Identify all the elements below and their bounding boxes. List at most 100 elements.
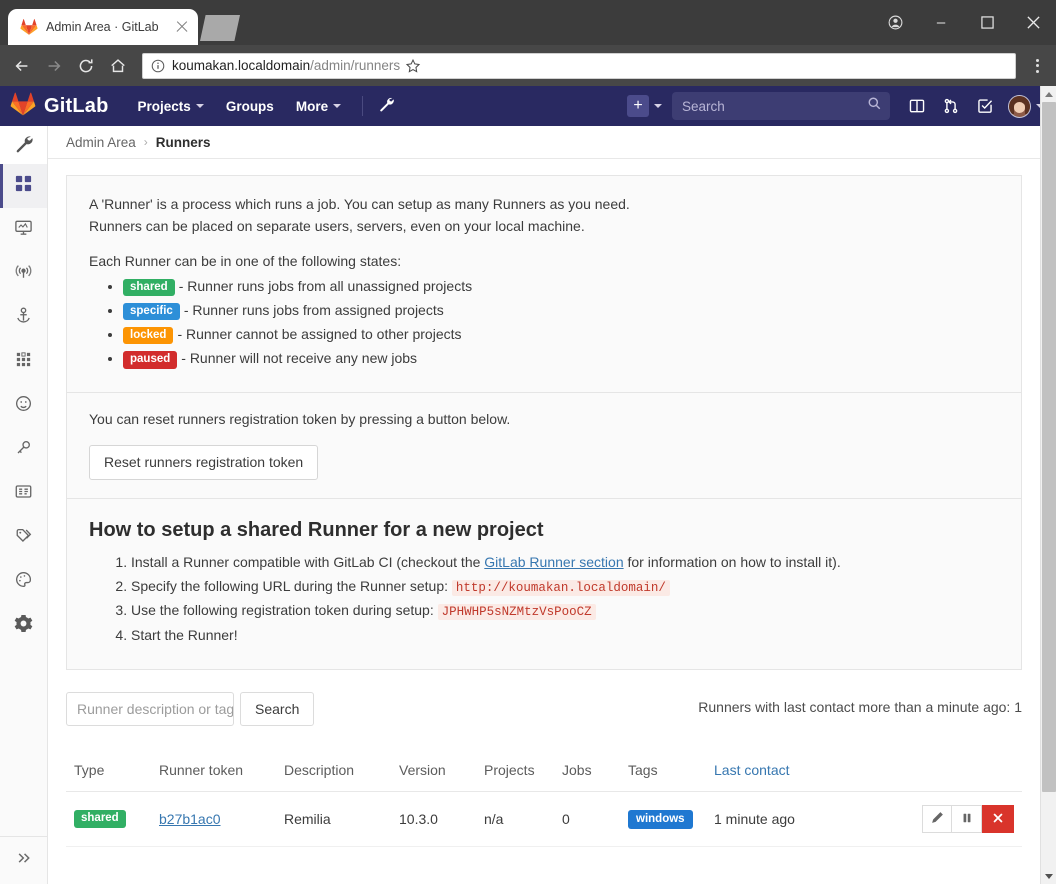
pause-icon xyxy=(961,811,973,827)
system-hooks-icon xyxy=(14,262,33,286)
cell-description: Remilia xyxy=(276,792,391,847)
status-badge: locked xyxy=(123,327,173,345)
sidebar-item-applications[interactable] xyxy=(0,296,47,340)
table-body: shared b27b1ac0 Remilia 10.3.0 n/a 0 win… xyxy=(66,792,1022,847)
monitoring-icon xyxy=(14,218,33,242)
minimize-button[interactable]: – xyxy=(918,0,964,45)
admin-area-button[interactable] xyxy=(373,86,399,126)
cell-runner-token: b27b1ac0 xyxy=(151,792,276,847)
gitlab-tanuki-icon xyxy=(10,91,36,122)
user-account-icon[interactable] xyxy=(872,0,918,45)
scroll-up-arrow-icon[interactable] xyxy=(1041,86,1056,102)
chevron-down-icon xyxy=(333,104,341,108)
browser-tab[interactable]: Admin Area · GitLab xyxy=(8,9,198,45)
bookmark-star-icon[interactable] xyxy=(400,53,426,79)
state-desc: - Runner will not receive any new jobs xyxy=(181,350,417,366)
sidebar-collapse-button[interactable] xyxy=(0,836,47,884)
breadcrumb: Admin Area › Runners xyxy=(48,126,1040,159)
wrench-icon xyxy=(14,133,34,158)
chevron-down-icon xyxy=(654,104,662,108)
step1-post: for information on how to install it). xyxy=(624,554,841,570)
reload-icon[interactable] xyxy=(70,50,102,82)
back-arrow-icon[interactable] xyxy=(6,50,38,82)
breadcrumb-admin-area[interactable]: Admin Area xyxy=(66,135,136,150)
nav-item-projects[interactable]: Projects xyxy=(127,86,215,126)
gitlab-home-link[interactable]: GitLab xyxy=(10,91,109,122)
close-x-icon xyxy=(992,811,1004,827)
global-search-box[interactable]: Search xyxy=(672,92,890,120)
nav-label: More xyxy=(296,99,328,114)
status-badge: shared xyxy=(74,810,126,828)
sidebar-item-spam-logs[interactable] xyxy=(0,384,47,428)
stale-runner-count: Runners with last contact more than a mi… xyxy=(698,699,1022,715)
url-host: koumakan.localdomain xyxy=(172,58,310,73)
edit-runner-button[interactable] xyxy=(922,805,952,833)
sidebar-item-deploy-keys[interactable] xyxy=(0,428,47,472)
column-last-contact[interactable]: Last contact xyxy=(706,752,866,792)
search-icon[interactable] xyxy=(867,96,882,116)
site-info-icon[interactable] xyxy=(151,59,165,73)
close-window-button[interactable] xyxy=(1010,0,1056,45)
search-button[interactable]: Search xyxy=(240,692,314,726)
todos-done-icon[interactable] xyxy=(968,86,1002,126)
sidebar-item-system-hooks[interactable] xyxy=(0,252,47,296)
remove-runner-button[interactable] xyxy=(982,805,1014,833)
sidebar-item-service-templates[interactable] xyxy=(0,472,47,516)
home-icon[interactable] xyxy=(102,50,134,82)
sidebar-item-labels[interactable] xyxy=(0,516,47,560)
runner-token-link[interactable]: b27b1ac0 xyxy=(159,811,221,827)
runners-table: Type Runner token Description Version Pr… xyxy=(66,752,1022,847)
user-avatar xyxy=(1008,95,1031,118)
reset-token-text: You can reset runners registration token… xyxy=(89,409,999,431)
new-item-dropdown[interactable]: + xyxy=(623,95,672,117)
scrollbar-thumb[interactable] xyxy=(1042,102,1056,792)
page-viewport: GitLab Projects Groups More xyxy=(0,86,1056,884)
howto-panel: How to setup a shared Runner for a new p… xyxy=(66,499,1022,671)
merge-request-icon[interactable] xyxy=(934,86,968,126)
double-chevron-right-icon xyxy=(15,849,33,872)
breadcrumb-separator: › xyxy=(144,135,148,149)
address-bar[interactable]: koumakan.localdomain/admin/runners xyxy=(142,53,1016,79)
sidebar-item-overview[interactable] xyxy=(0,164,47,208)
reset-runners-registration-token-button[interactable]: Reset runners registration token xyxy=(89,445,318,480)
gitlab-runner-section-link[interactable]: GitLab Runner section xyxy=(484,554,623,570)
search-input[interactable]: Search xyxy=(682,99,867,114)
page-scrollbar[interactable] xyxy=(1040,86,1056,884)
search-input[interactable]: Runner description or tag xyxy=(66,692,234,726)
service-templates-icon xyxy=(14,482,33,506)
column-actions xyxy=(866,752,1022,792)
howto-steps: Install a Runner compatible with GitLab … xyxy=(89,552,999,647)
cell-last-contact: 1 minute ago xyxy=(706,792,866,847)
scroll-down-arrow-icon[interactable] xyxy=(1041,868,1056,884)
tab-title: Admin Area · GitLab xyxy=(46,20,174,34)
sidebar-header-wrench[interactable] xyxy=(0,126,47,164)
sidebar-item-appearance[interactable] xyxy=(0,560,47,604)
maximize-button[interactable] xyxy=(964,0,1010,45)
sidebar-item-settings[interactable] xyxy=(0,604,47,648)
cell-version: 10.3.0 xyxy=(391,792,476,847)
sidebar-item-monitoring[interactable] xyxy=(0,208,47,252)
table-header: Type Runner token Description Version Pr… xyxy=(66,752,1022,792)
list-item: shared- Runner runs jobs from all unassi… xyxy=(123,276,999,298)
new-tab-button[interactable] xyxy=(200,15,240,41)
nav-label: Projects xyxy=(138,99,191,114)
state-desc: - Runner runs jobs from all unassigned p… xyxy=(179,278,472,294)
nav-item-more[interactable]: More xyxy=(285,86,352,126)
runner-info-panel: A 'Runner' is a process which runs a job… xyxy=(66,175,1022,393)
registration-token-code: JPHWHP5sNZMtzVsPooCZ xyxy=(438,604,596,620)
sidebar-item-abuse-reports[interactable] xyxy=(0,340,47,384)
gitlab-tanuki-icon xyxy=(20,18,38,36)
status-badge: paused xyxy=(123,351,177,369)
wrench-icon xyxy=(378,95,395,117)
close-icon[interactable] xyxy=(174,19,190,35)
window-controls: – xyxy=(872,0,1056,45)
spam-logs-face-icon xyxy=(14,394,33,418)
step3-pre: Use the following registration token dur… xyxy=(131,602,438,618)
cell-jobs: 0 xyxy=(554,792,620,847)
pause-runner-button[interactable] xyxy=(952,805,982,833)
column-jobs: Jobs xyxy=(554,752,620,792)
issue-board-icon[interactable] xyxy=(900,86,934,126)
browser-menu-icon[interactable] xyxy=(1024,50,1050,82)
forward-arrow-icon xyxy=(38,50,70,82)
nav-item-groups[interactable]: Groups xyxy=(215,86,285,126)
